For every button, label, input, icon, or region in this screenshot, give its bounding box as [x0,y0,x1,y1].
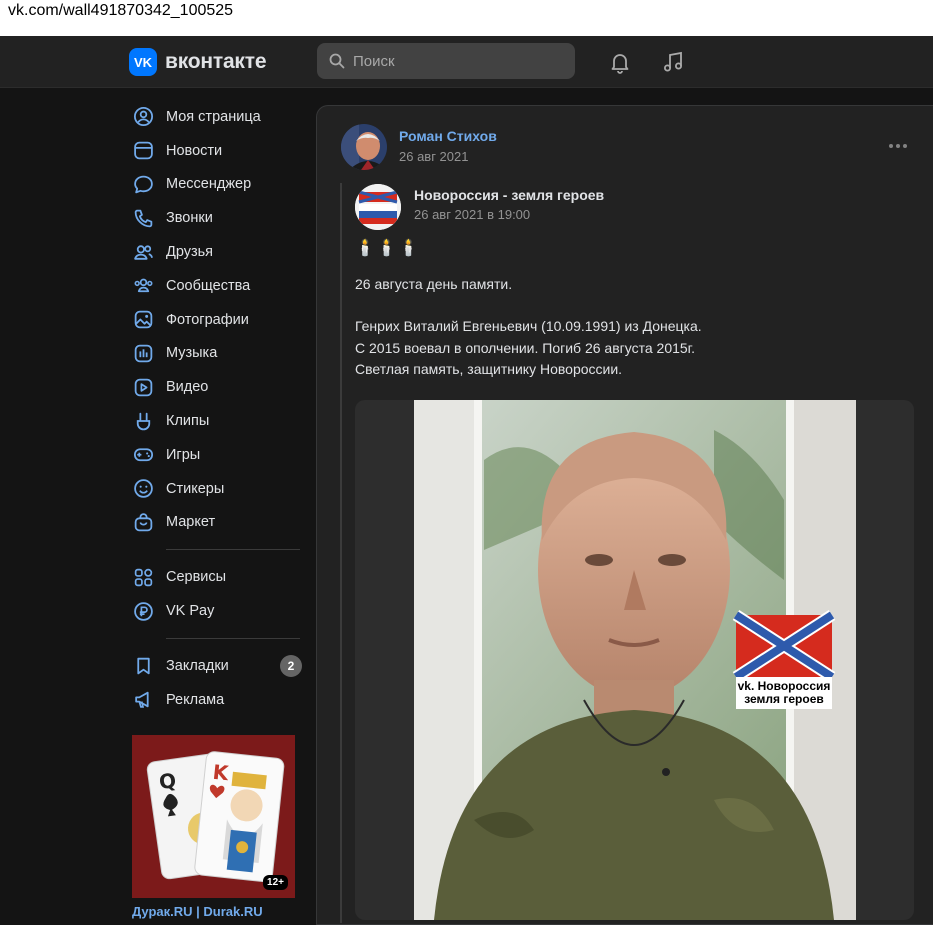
sidebar-item-my-page[interactable]: Моя страница [130,100,310,134]
svg-text:Q: Q [157,768,177,794]
bookmarks-count-badge: 2 [280,654,302,677]
sidebar-ad-image[interactable]: Q K 12+ [132,735,295,898]
more-dot [903,144,907,148]
repost-indicator-line [340,183,342,923]
sidebar-item-market[interactable]: Маркет [130,506,310,540]
search-input[interactable] [353,52,553,70]
sidebar-item-calls[interactable]: Звонки [130,201,310,235]
repost-date[interactable]: 26 авг 2021 в 19:00 [414,207,530,222]
news-icon [134,141,153,160]
post-photo[interactable]: vk. Новороссия земля героев [414,400,856,920]
more-dot [889,144,893,148]
post-line: Светлая память, защитнику Новороссии. [355,361,623,377]
sidebar-item-label: Игры [166,446,201,463]
left-sidebar: Моя страница Новости Мессенджер Звонки Д… [130,100,310,717]
sidebar-item-services[interactable]: Сервисы [130,560,310,594]
photos-icon [134,310,153,329]
vk-logo[interactable]: VK вконтакте [129,48,266,76]
post-author-name[interactable]: Роман Стихов [399,128,497,144]
messenger-icon [134,175,153,194]
sidebar-item-label: Реклама [166,691,225,708]
sidebar-item-communities[interactable]: Сообщества [130,269,310,303]
sidebar-item-video[interactable]: Видео [130,370,310,404]
sidebar-item-ads[interactable]: Реклама [130,683,310,717]
playing-cards-illustration: Q K [132,735,295,898]
vk-logo-badge: VK [129,48,157,76]
url-text: vk.com/wall491870342_100525 [8,2,234,19]
sidebar-item-stickers[interactable]: Стикеры [130,472,310,506]
search-icon [329,53,345,69]
sidebar-item-label: Друзья [166,244,214,261]
sidebar-item-music[interactable]: Музыка [130,337,310,371]
sidebar-item-bookmarks[interactable]: Закладки 2 [130,649,310,683]
sidebar-item-label: Моя страница [166,108,261,125]
post-paragraph: 26 августа день памяти. [355,275,513,292]
sidebar-item-photos[interactable]: Фотографии [130,303,310,337]
market-icon [134,513,153,532]
music-icon [134,344,153,363]
watermark-line: земля героев [744,692,824,706]
video-icon [134,378,153,397]
sidebar-item-label: Мессенджер [166,176,252,193]
friends-icon [134,244,153,260]
sidebar-item-label: Новости [166,142,223,159]
sidebar-item-label: Клипы [166,413,210,430]
sidebar-item-friends[interactable]: Друзья [130,235,310,269]
author-avatar[interactable] [341,124,387,170]
profile-icon [133,107,154,127]
communities-icon [134,278,153,293]
sidebar-item-label: Сервисы [166,569,227,586]
photo-watermark-caption: vk. Новороссия земля героев [736,680,832,706]
sidebar-divider [166,549,300,551]
post-more-options[interactable] [889,144,907,148]
ads-icon [135,691,149,708]
vk-logo-text: вконтакте [165,50,267,73]
sidebar-item-label: Маркет [166,514,216,531]
post-line: С 2015 воевал в ополчении. Погиб 26 авгу… [355,339,695,356]
more-dot [896,144,900,148]
address-bar[interactable]: vk.com/wall491870342_100525 [0,0,933,36]
sidebar-item-news[interactable]: Новости [130,134,310,168]
post-photo-container[interactable]: vk. Новороссия земля героев [355,400,914,920]
sidebar-item-games[interactable]: Игры [130,438,310,472]
top-navigation: VK вконтакте [0,36,933,88]
notifications-icon[interactable] [606,48,634,76]
post-date[interactable]: 26 авг 2021 [399,149,468,164]
sidebar-item-label: Видео [166,379,209,396]
sidebar-divider [166,637,300,639]
search-box[interactable] [317,43,575,79]
repost-source-name[interactable]: Новороссия - земля героев [414,187,604,203]
sidebar-ad-title[interactable]: Дурак.RU | Durak.RU [132,904,263,919]
repost-source-avatar[interactable] [355,184,401,230]
vkpay-icon [134,601,153,621]
sidebar-item-label: VK Pay [166,603,215,620]
sidebar-item-label: Звонки [166,210,213,227]
sidebar-item-label: Сообщества [166,277,251,294]
wall-post: Роман Стихов 26 авг 2021 Новороссия - зе… [316,105,933,925]
post-line: Генрих Виталий Евгеньевич (10.09.1991) и… [355,318,702,334]
sidebar-item-vk-pay[interactable]: VK Pay [130,594,310,628]
music-player-icon[interactable] [659,48,687,76]
candles-emoji: 🕯️🕯️🕯️ [355,240,421,257]
sidebar-item-label: Музыка [166,345,218,362]
sidebar-item-label: Закладки [166,657,229,674]
clips-icon [136,412,151,430]
sidebar-item-clips[interactable]: Клипы [130,404,310,438]
post-text: 🕯️🕯️🕯️ 26 августа день памяти. Генрих Ви… [355,238,915,381]
sidebar-item-messenger[interactable]: Мессенджер [130,168,310,202]
age-rating-badge: 12+ [263,875,288,890]
sidebar-item-label: Стикеры [166,480,225,497]
games-icon [133,448,154,462]
services-icon [134,568,153,586]
sidebar-item-label: Фотографии [166,311,249,328]
stickers-icon [134,479,153,498]
phone-icon [134,209,153,228]
bookmarks-icon [137,658,150,675]
